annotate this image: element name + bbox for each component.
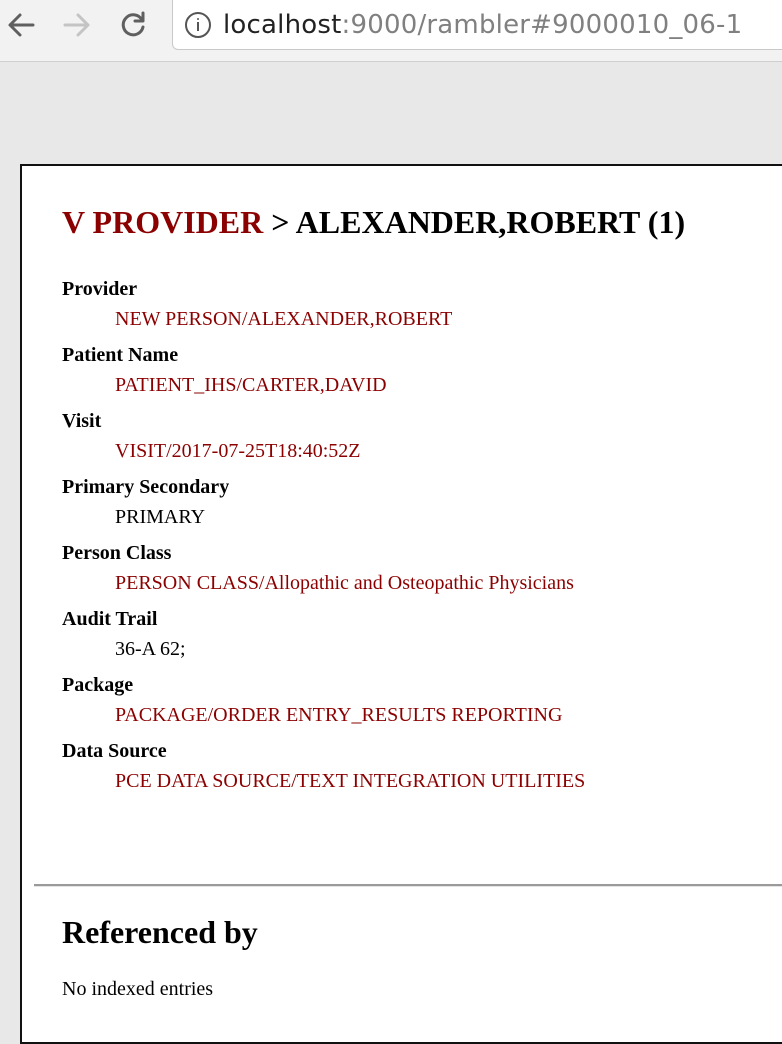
page-content: V PROVIDER > ALEXANDER,ROBERT (1) Provid…	[20, 164, 782, 1044]
forward-button[interactable]	[60, 8, 94, 42]
field-label: Primary Secondary	[62, 476, 230, 498]
field-person-class: Person Class PERSON CLASS/Allopathic and…	[62, 538, 762, 604]
reload-button[interactable]	[116, 8, 150, 42]
field-value-link[interactable]: PATIENT_IHS/CARTER,DAVID	[62, 370, 762, 406]
field-package: Package PACKAGE/ORDER ENTRY_RESULTS REPO…	[62, 670, 762, 736]
referenced-by-heading: Referenced by	[62, 914, 258, 950]
reload-icon	[121, 11, 145, 37]
field-visit: Visit VISIT/2017-07-25T18:40:52Z	[62, 406, 762, 472]
field-label: Audit Trail	[62, 608, 158, 630]
address-bar[interactable]: localhost:9000/rambler#9000010_06-1	[172, 0, 782, 50]
field-label: Package	[62, 674, 134, 696]
field-patient-name: Patient Name PATIENT_IHS/CARTER,DAVID	[62, 340, 762, 406]
title-separator: >	[263, 204, 296, 240]
field-value-link[interactable]: PCE DATA SOURCE/TEXT INTEGRATION UTILITI…	[62, 766, 762, 802]
url-path: :9000/rambler#9000010_06-1	[341, 9, 743, 40]
field-label: Visit	[62, 410, 102, 432]
info-icon[interactable]	[185, 11, 211, 38]
field-label: Patient Name	[62, 344, 179, 366]
type-name-link[interactable]: V PROVIDER	[62, 204, 263, 240]
page-title: V PROVIDER > ALEXANDER,ROBERT (1)	[62, 204, 685, 241]
field-list: Provider NEW PERSON/ALEXANDER,ROBERT Pat…	[62, 274, 762, 802]
back-arrow-icon	[8, 13, 35, 37]
url-text[interactable]: localhost:9000/rambler#9000010_06-1	[223, 10, 742, 40]
field-value-link[interactable]: PACKAGE/ORDER ENTRY_RESULTS REPORTING	[62, 700, 762, 736]
forward-arrow-icon	[63, 13, 90, 37]
field-value-link[interactable]: NEW PERSON/ALEXANDER,ROBERT	[62, 304, 762, 340]
referenced-by-text: No indexed entries	[62, 978, 214, 1000]
field-value: 36-A 62;	[115, 638, 186, 660]
section-divider	[34, 884, 782, 887]
entry-title: ALEXANDER,ROBERT (1)	[295, 204, 686, 240]
field-label: Data Source	[62, 740, 167, 762]
field-provider: Provider NEW PERSON/ALEXANDER,ROBERT	[62, 274, 762, 340]
field-label: Person Class	[62, 542, 172, 564]
field-label: Provider	[62, 278, 138, 300]
url-host: localhost	[223, 9, 342, 40]
field-value: PRIMARY	[115, 506, 206, 528]
field-value-link[interactable]: PERSON CLASS/Allopathic and Osteopathic …	[62, 568, 762, 604]
field-primary-secondary: Primary Secondary PRIMARY	[62, 472, 762, 538]
field-data-source: Data Source PCE DATA SOURCE/TEXT INTEGRA…	[62, 736, 762, 802]
browser-toolbar: localhost:9000/rambler#9000010_06-1	[0, 0, 782, 62]
field-audit-trail: Audit Trail 36-A 62;	[62, 604, 762, 670]
field-value-link[interactable]: VISIT/2017-07-25T18:40:52Z	[62, 436, 762, 472]
back-button[interactable]	[4, 8, 38, 42]
